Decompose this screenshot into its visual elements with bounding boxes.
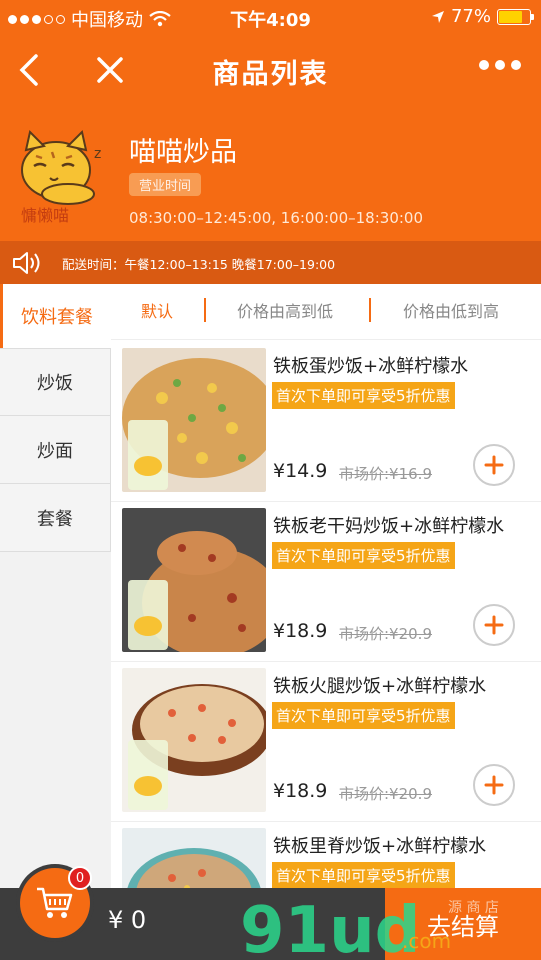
sort-price-low-high[interactable]: 价格由低到高 <box>403 298 499 322</box>
product-price: ¥18.9 <box>273 780 328 802</box>
add-to-cart-button[interactable] <box>473 444 515 486</box>
product-image <box>122 668 266 812</box>
status-bar: 中国移动 下午4:09 77% <box>0 0 541 34</box>
sort-price-high-low[interactable]: 价格由高到低 <box>237 298 333 322</box>
promo-tag: 首次下单即可享受5折优惠 <box>272 542 455 569</box>
market-price: 市场价:¥16.9 <box>339 465 432 483</box>
shopping-cart-icon <box>37 887 73 918</box>
product-item[interactable]: 铁板蛋炒饭+冰鲜柠檬水 首次下单即可享受5折优惠 ¥14.9 市场价:¥16.9 <box>111 342 541 502</box>
category-drinks-combo[interactable]: 饮料套餐 <box>0 284 111 348</box>
cart-count-badge: 0 <box>68 866 92 890</box>
category-fried-rice[interactable]: 炒饭 <box>0 348 111 416</box>
add-to-cart-button[interactable] <box>473 604 515 646</box>
market-price: 市场价:¥20.9 <box>339 785 432 803</box>
product-name: 铁板火腿炒饭+冰鲜柠檬水 <box>273 676 487 697</box>
product-list: 默认 价格由高到低 价格由低到高 铁板蛋炒饭+冰鲜柠檬水 首次下单即可享受5折优… <box>111 284 541 960</box>
nav-bar: 商品列表 <box>0 34 541 108</box>
product-item[interactable]: 铁板火腿炒饭+冰鲜柠檬水 首次下单即可享受5折优惠 ¥18.9 市场价:¥20.… <box>111 662 541 822</box>
plus-icon <box>484 775 504 795</box>
checkout-button[interactable]: 去结算 <box>385 888 541 960</box>
battery-icon <box>497 8 534 25</box>
category-set-meal[interactable]: 套餐 <box>0 484 111 552</box>
product-name: 铁板蛋炒饭+冰鲜柠檬水 <box>273 356 469 377</box>
sort-bar: 默认 价格由高到低 价格由低到高 <box>111 284 541 340</box>
divider <box>369 298 371 322</box>
plus-icon <box>484 615 504 635</box>
speaker-icon <box>13 252 40 274</box>
location-icon <box>431 10 444 23</box>
more-icon[interactable] <box>479 60 521 70</box>
shop-logo: z 慵懒喵 <box>21 130 101 225</box>
sort-default[interactable]: 默认 <box>141 298 173 322</box>
divider <box>204 298 206 322</box>
market-price: 市场价:¥20.9 <box>339 625 432 643</box>
delivery-time-text: 配送时间：午餐12:00–13:15 晚餐17:00–19:00 <box>62 257 336 272</box>
cart-bar: 0 ¥ 0 去结算 <box>0 866 541 960</box>
promo-tag: 首次下单即可享受5折优惠 <box>272 382 455 409</box>
product-image <box>122 508 266 652</box>
business-hours-badge: 营业时间 <box>129 173 202 196</box>
plus-icon <box>484 455 504 475</box>
category-sidebar: 饮料套餐 炒饭 炒面 套餐 <box>0 284 111 960</box>
business-hours: 08:30:00–12:45:00, 16:00:00–18:30:00 <box>129 209 424 227</box>
svg-text:z: z <box>94 146 101 162</box>
product-name: 铁板里脊炒饭+冰鲜柠檬水 <box>273 836 487 857</box>
product-item[interactable]: 铁板老干妈炒饭+冰鲜柠檬水 首次下单即可享受5折优惠 ¥18.9 市场价:¥20… <box>111 502 541 662</box>
product-image <box>122 348 266 492</box>
delivery-notice: 配送时间：午餐12:00–13:15 晚餐17:00–19:00 <box>0 241 541 284</box>
cart-total: ¥ 0 <box>108 906 147 934</box>
category-fried-noodles[interactable]: 炒面 <box>0 416 111 484</box>
product-name: 铁板老干妈炒饭+冰鲜柠檬水 <box>273 516 505 537</box>
battery-percent: 77% <box>450 6 491 27</box>
promo-tag: 首次下单即可享受5折优惠 <box>272 862 455 889</box>
shop-name: 喵喵炒品 <box>129 137 237 168</box>
logo-text: 慵懒喵 <box>21 206 69 225</box>
product-price: ¥18.9 <box>273 620 328 642</box>
add-to-cart-button[interactable] <box>473 764 515 806</box>
shop-header: z 慵懒喵 喵喵炒品 营业时间 08:30:00–12:45:00, 16:00… <box>0 108 541 241</box>
page-title: 商品列表 <box>212 59 329 90</box>
product-price: ¥14.9 <box>273 460 328 482</box>
promo-tag: 首次下单即可享受5折优惠 <box>272 702 455 729</box>
